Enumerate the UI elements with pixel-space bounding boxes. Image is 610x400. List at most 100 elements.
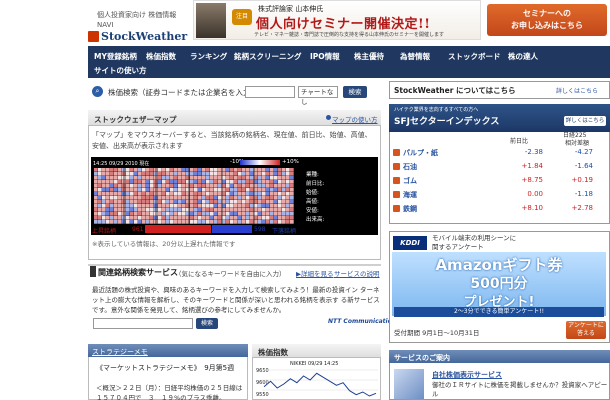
- index-chart-label: NIKKEI 09/29 14:25: [290, 361, 339, 367]
- banner-caption: テレビ・マネー雑誌・専門誌で圧倒的な支持を得る山本伸氏のセミナーを開催します: [254, 32, 445, 38]
- kddi-logo: KDDI: [393, 236, 427, 250]
- info-change: 前日比:: [306, 181, 325, 187]
- sector-relative: +0.19: [571, 176, 593, 184]
- memo-body: ＜概況＞２２日（月）：日経平均株価の２５日線は１５７０４円で ３ １９%のプラス…: [96, 384, 243, 400]
- sector-row[interactable]: 鉄鋼 +8.10 +2.78: [393, 203, 606, 215]
- service-thumbnail: [394, 369, 424, 399]
- sector-name[interactable]: パルプ・紙: [403, 148, 438, 158]
- nav-ipo[interactable]: IPO情報: [310, 51, 340, 62]
- sector-name[interactable]: 鉄鋼: [403, 204, 417, 214]
- falling-count: 598: [254, 226, 266, 233]
- col-prev: 前日比: [510, 138, 529, 145]
- service-title: サービスのご案内: [394, 354, 450, 362]
- keyword-search-button[interactable]: 検索: [196, 318, 218, 329]
- seminar-signup-button[interactable]: セミナーへの お申し込みはこちら: [487, 4, 607, 36]
- keyword-title: 関連銘柄検索サービス: [98, 268, 178, 277]
- sector-more-button[interactable]: 詳しくはこちら: [564, 116, 606, 126]
- info-sector: 業種:: [306, 172, 319, 178]
- kddi-strip: 2〜3分でできる簡単アンケート!!: [394, 307, 604, 317]
- kddi-promo-line1: Amazonギフト券: [435, 256, 563, 274]
- kddi-text: モバイル端末の利用シーンに 関するアンケート: [432, 234, 516, 252]
- sector-name[interactable]: ゴム: [403, 176, 417, 186]
- nav-stockboard[interactable]: ストックボード: [448, 51, 501, 62]
- chart-option-select[interactable]: チャートなし: [298, 86, 338, 106]
- index-series-line: [263, 372, 377, 397]
- memo-tab[interactable]: ストラテジーメモ: [92, 347, 148, 357]
- search-button[interactable]: 検索: [343, 86, 367, 98]
- rising-label: 上昇銘柄: [92, 228, 117, 235]
- survey-button-line2: 答える: [577, 330, 595, 337]
- banner-headline: 個人向けセミナー開催決定!!: [256, 17, 431, 32]
- sector-change: 0.00: [527, 190, 543, 198]
- info-open: 始値:: [306, 190, 319, 196]
- sector-change: -2.38: [524, 148, 543, 156]
- weather-map-description: 「マップ」をマウスオーバーすると、当該銘柄の銘柄名、現在値、前日比、始値、高値、…: [92, 131, 372, 150]
- delay-note: ※表示している情報は、20分以上遅れた情報です: [92, 240, 236, 248]
- sector-title: SFJセクターインデックス: [394, 117, 500, 127]
- sector-change: +1.84: [521, 162, 543, 170]
- sector-marker-icon: [393, 191, 400, 198]
- stock-search-input[interactable]: [245, 86, 295, 98]
- about-link[interactable]: 詳しくはこちら: [556, 86, 598, 95]
- sector-marker-icon: [393, 163, 400, 170]
- stock-info-box: 業種: 前日比: 始値: 高値: 安値: 出来高:: [302, 168, 376, 224]
- scale-max-label: +10%: [282, 159, 299, 165]
- rising-bar: [145, 225, 211, 233]
- sector-row[interactable]: 石油 +1.84 -1.64: [393, 161, 606, 173]
- sector-relative: -1.64: [574, 162, 593, 170]
- cta-line2: お申し込みはこちら: [511, 21, 583, 30]
- color-scale: [240, 160, 280, 165]
- arrow-icon: [326, 115, 331, 120]
- nav-benefits[interactable]: 株主優待: [354, 51, 384, 62]
- about-title: StockWeather についてはこちら: [394, 86, 516, 95]
- memo-title[interactable]: 《マーケットストラテジーメモ》 9月第5週: [96, 363, 234, 373]
- nav-masters[interactable]: 株の達人: [508, 51, 538, 62]
- info-high: 高値:: [306, 199, 319, 205]
- index-line-chart[interactable]: [262, 368, 378, 400]
- sector-row[interactable]: 海運 0.00 -1.18: [393, 189, 606, 201]
- sector-marker-icon: [393, 177, 400, 184]
- survey-button[interactable]: アンケートに 答える: [566, 321, 606, 339]
- info-low: 安値:: [306, 208, 319, 214]
- keyword-description: 最近話題の株式投資や、興味のあるキーワードを入力して検索してみよう！最新の投資イ…: [92, 286, 380, 314]
- seminar-banner[interactable]: 注目 株式評論家 山本伸氏 個人向けセミナー開催決定!! テレビ・マネー雑誌・専…: [193, 0, 481, 40]
- keyword-subtitle: （気になるキーワードを自由に入力）: [175, 270, 286, 278]
- falling-bar: [212, 225, 252, 233]
- kddi-text-line1: モバイル端末の利用シーンに: [432, 234, 517, 242]
- map-help-link[interactable]: マップの使い方: [332, 114, 378, 124]
- section-marker-icon: [90, 266, 96, 277]
- nav-how-to-use[interactable]: サイトの使い方: [94, 65, 147, 76]
- survey-button-line1: アンケートに: [568, 322, 604, 329]
- service-item-link[interactable]: 自社株価表示サービス: [432, 370, 502, 380]
- site-logo[interactable]: StockWeather: [101, 30, 187, 43]
- map-timestamp: 14:25 09/29 2010 現在: [93, 161, 150, 167]
- sector-change: +8.75: [521, 176, 543, 184]
- sector-row[interactable]: パルプ・紙 -2.38 -4.27: [393, 147, 606, 159]
- nav-forex[interactable]: 為替情報: [400, 51, 430, 62]
- site-tagline: 個人投資家向け 株価情報: [97, 11, 177, 19]
- sector-row[interactable]: ゴム +8.75 +0.19: [393, 175, 606, 187]
- nav-ranking[interactable]: ランキング: [190, 51, 227, 62]
- nav-indices[interactable]: 株価指数: [146, 51, 176, 62]
- kddi-date: 受付期間 9月1日〜10月31日: [394, 329, 480, 337]
- falling-label: 下落銘柄: [272, 228, 297, 235]
- col-relative: 相対差額: [565, 140, 590, 147]
- nav-screening[interactable]: 銘柄スクリーニング: [234, 51, 302, 62]
- service-body: 御社のＩＲサイトに株価を掲載しませんか？投資家へアピール: [432, 381, 608, 398]
- main-nav: MY登録銘柄 株価指数 ランキング 銘柄スクリーニング IPO情報 株主優待 為…: [88, 46, 610, 78]
- sector-name[interactable]: 石油: [403, 162, 417, 172]
- site-tagline-sub: NAVI: [97, 21, 114, 29]
- banner-badge: 注目: [232, 9, 252, 25]
- cta-line1: セミナーへの: [523, 9, 571, 18]
- keyword-input[interactable]: [93, 318, 193, 329]
- index-title: 株価指数: [258, 348, 288, 357]
- keyword-service-link[interactable]: サービスの説明: [334, 268, 380, 278]
- weather-map-title: ストックウェザーマップ: [94, 115, 177, 124]
- heatmap-grid[interactable]: [94, 168, 294, 224]
- search-label: 株価検索（証券コードまたは企業名を入力）: [108, 88, 258, 97]
- sector-marker-icon: [393, 205, 400, 212]
- nav-my-stocks[interactable]: MY登録銘柄: [94, 51, 137, 62]
- keyword-detail-link[interactable]: ▶詳細を見る: [296, 268, 334, 278]
- sector-relative: +2.78: [571, 204, 593, 212]
- sector-name[interactable]: 海運: [403, 190, 417, 200]
